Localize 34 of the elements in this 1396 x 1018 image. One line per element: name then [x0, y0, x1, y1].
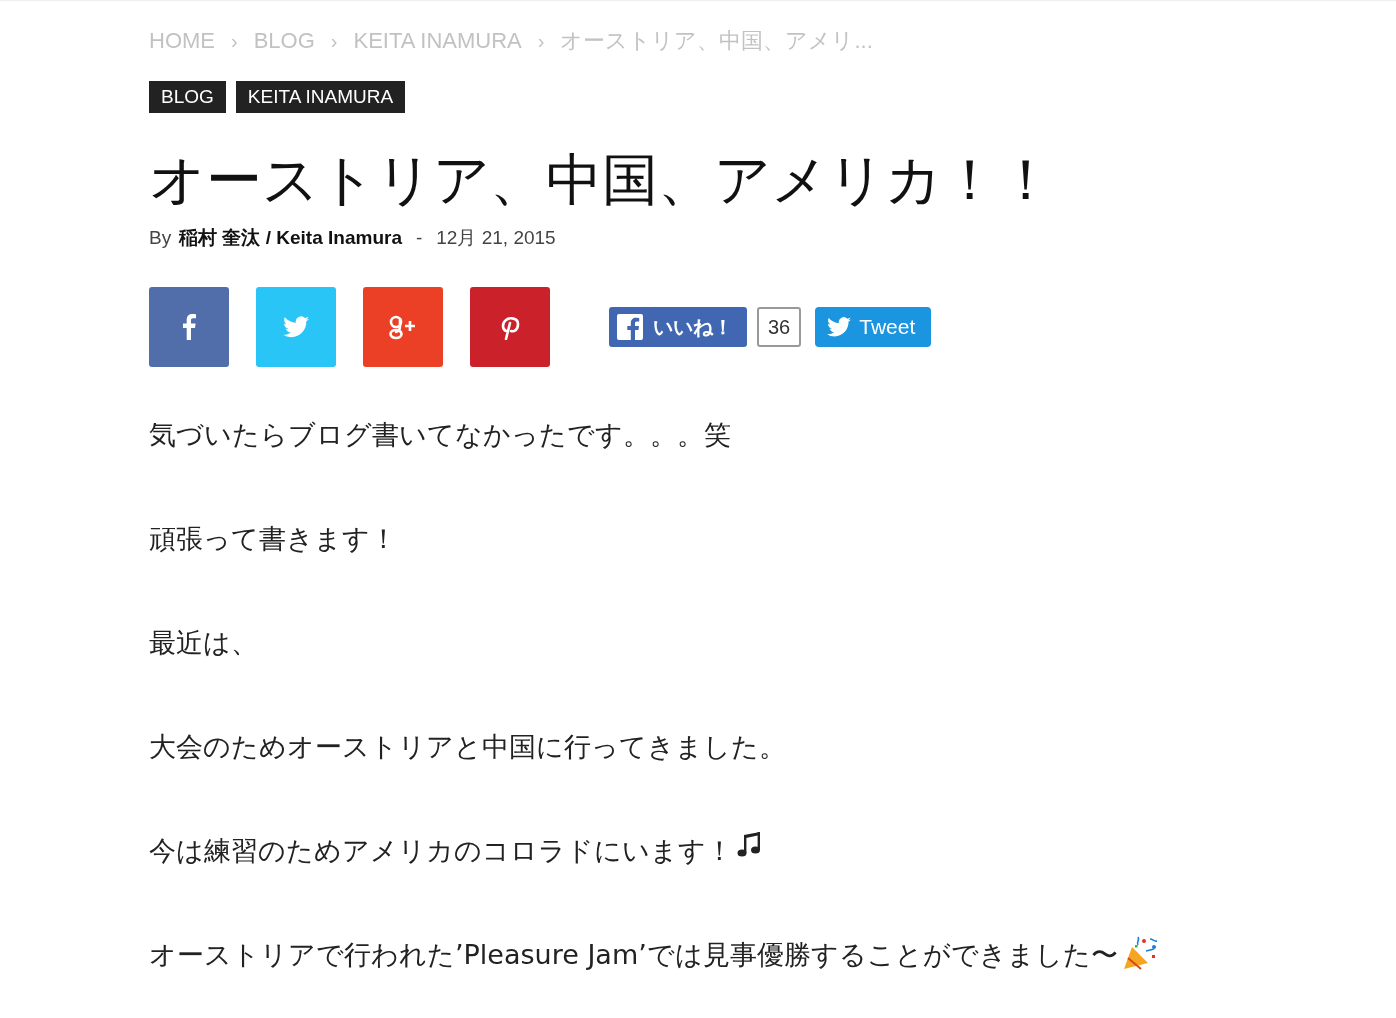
- breadcrumb-link[interactable]: BLOG: [253, 28, 315, 54]
- post-title: オーストリア、中国、アメリカ！！: [149, 146, 1055, 214]
- paragraph: 大会のためオーストリアと中国に行ってきました。: [149, 730, 786, 764]
- paragraph: 気づいたらブログ書いてなかったです。。。笑: [149, 418, 731, 452]
- bird-icon: [283, 316, 309, 338]
- party-popper-icon: [1121, 935, 1160, 971]
- google-plus-icon: [388, 314, 418, 340]
- music-note-icon: [737, 831, 763, 859]
- breadcrumb-link[interactable]: オーストリア、中国、アメリ...: [560, 26, 873, 56]
- breadcrumb-separator: ›: [330, 29, 338, 53]
- paragraph: 最近は、: [149, 626, 258, 660]
- bird-icon: [827, 317, 852, 337]
- like-count: 36: [757, 307, 802, 347]
- paragraph: 頑張って書きます！: [149, 522, 397, 556]
- author-link[interactable]: 稲村 奎汰 / Keita Inamura: [179, 225, 402, 251]
- facebook-icon: [182, 314, 196, 340]
- breadcrumb-link[interactable]: HOME: [149, 28, 215, 54]
- share-button[interactable]: [363, 287, 443, 367]
- meta-separator: -: [415, 227, 423, 249]
- share-button[interactable]: [149, 287, 229, 367]
- paragraph: オーストリアで行われた’Pleasure Jam’では見事優勝することができました〜: [149, 938, 1118, 972]
- like-button[interactable]: いいね！: [609, 307, 747, 347]
- post-date: 12月 21, 2015: [436, 226, 556, 250]
- facebook-icon: [617, 314, 643, 340]
- tweet-button[interactable]: Tweet: [815, 307, 932, 347]
- paragraph: 今は練習のためアメリカのコロラドにいます！: [149, 834, 733, 868]
- breadcrumb-separator: ›: [231, 29, 238, 53]
- category-tag[interactable]: KEITA INAMURA: [235, 81, 406, 113]
- by-label: By: [149, 227, 172, 249]
- category-tag[interactable]: BLOG: [149, 81, 226, 113]
- pinterest-icon: [500, 314, 520, 340]
- share-button[interactable]: [470, 287, 550, 367]
- breadcrumb-link[interactable]: KEITA INAMURA: [353, 28, 522, 54]
- breadcrumb-separator: ›: [537, 29, 545, 53]
